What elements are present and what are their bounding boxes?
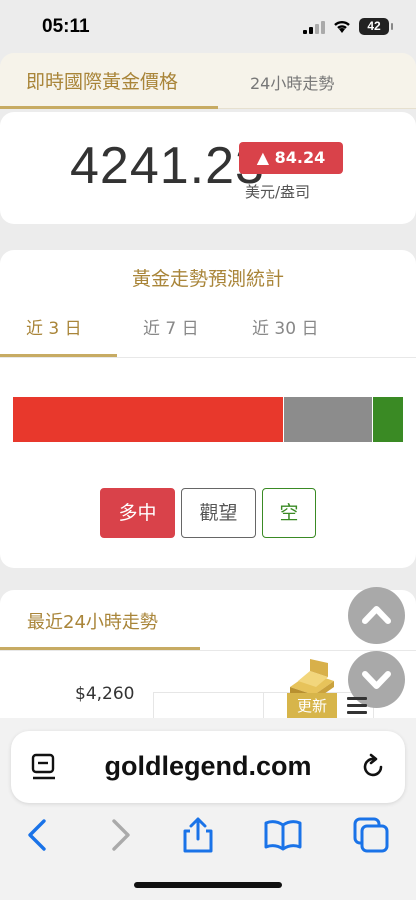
- divider: [0, 357, 416, 358]
- prediction-title: 黃金走勢預測統計: [131, 268, 284, 290]
- back-icon[interactable]: [18, 815, 58, 855]
- bar-segment-bullish: [13, 397, 283, 442]
- address-bar[interactable]: goldlegend.com: [11, 731, 405, 803]
- bar-segment-neutral: [284, 397, 372, 442]
- price-unit: 美元/盎司: [245, 183, 311, 201]
- home-indicator: [134, 882, 282, 888]
- y-axis-label: $4,260: [75, 684, 135, 704]
- scroll-up-button[interactable]: [348, 587, 405, 644]
- neutral-button[interactable]: 觀望: [181, 488, 256, 538]
- tabs-icon[interactable]: [351, 815, 391, 855]
- bullish-button[interactable]: 多中: [100, 488, 175, 538]
- menu-icon[interactable]: [347, 697, 369, 715]
- trend-title: 最近24小時走勢: [27, 612, 158, 633]
- forward-icon[interactable]: [100, 815, 140, 855]
- active-tab-indicator: [0, 106, 218, 109]
- battery-indicator: 42: [359, 18, 393, 35]
- reload-icon[interactable]: [361, 753, 387, 781]
- tab-realtime-price[interactable]: 即時國際黃金價格: [26, 67, 178, 94]
- price-card: 4241.23: [0, 112, 416, 224]
- signal-icon: [303, 20, 327, 34]
- prediction-card: 黃金走勢預測統計 近 3 日 近 7 日 近 30 日 多中 觀望 空: [0, 250, 416, 568]
- status-time: 05:11: [42, 16, 90, 37]
- gold-price: 4241.23: [70, 137, 265, 195]
- status-bar: 05:11 42: [0, 0, 416, 52]
- tab-24h-trend[interactable]: 24小時走勢: [250, 70, 334, 94]
- bearish-button[interactable]: 空: [262, 488, 316, 538]
- url-text[interactable]: goldlegend.com: [11, 751, 405, 782]
- chevron-up-icon: [362, 606, 391, 624]
- price-change-badge: ▲ 84.24: [239, 142, 343, 174]
- share-icon[interactable]: [178, 815, 218, 855]
- price-tabs: 即時國際黃金價格 24小時走勢: [0, 53, 416, 109]
- tab-7-days[interactable]: 近 7 日: [143, 314, 199, 339]
- update-button[interactable]: 更新: [287, 693, 337, 719]
- tab-3-days[interactable]: 近 3 日: [26, 314, 82, 339]
- wifi-icon: [334, 20, 350, 33]
- bar-segment-bearish: [373, 397, 403, 442]
- bookmarks-icon[interactable]: [263, 815, 303, 855]
- tab-30-days[interactable]: 近 30 日: [252, 314, 318, 339]
